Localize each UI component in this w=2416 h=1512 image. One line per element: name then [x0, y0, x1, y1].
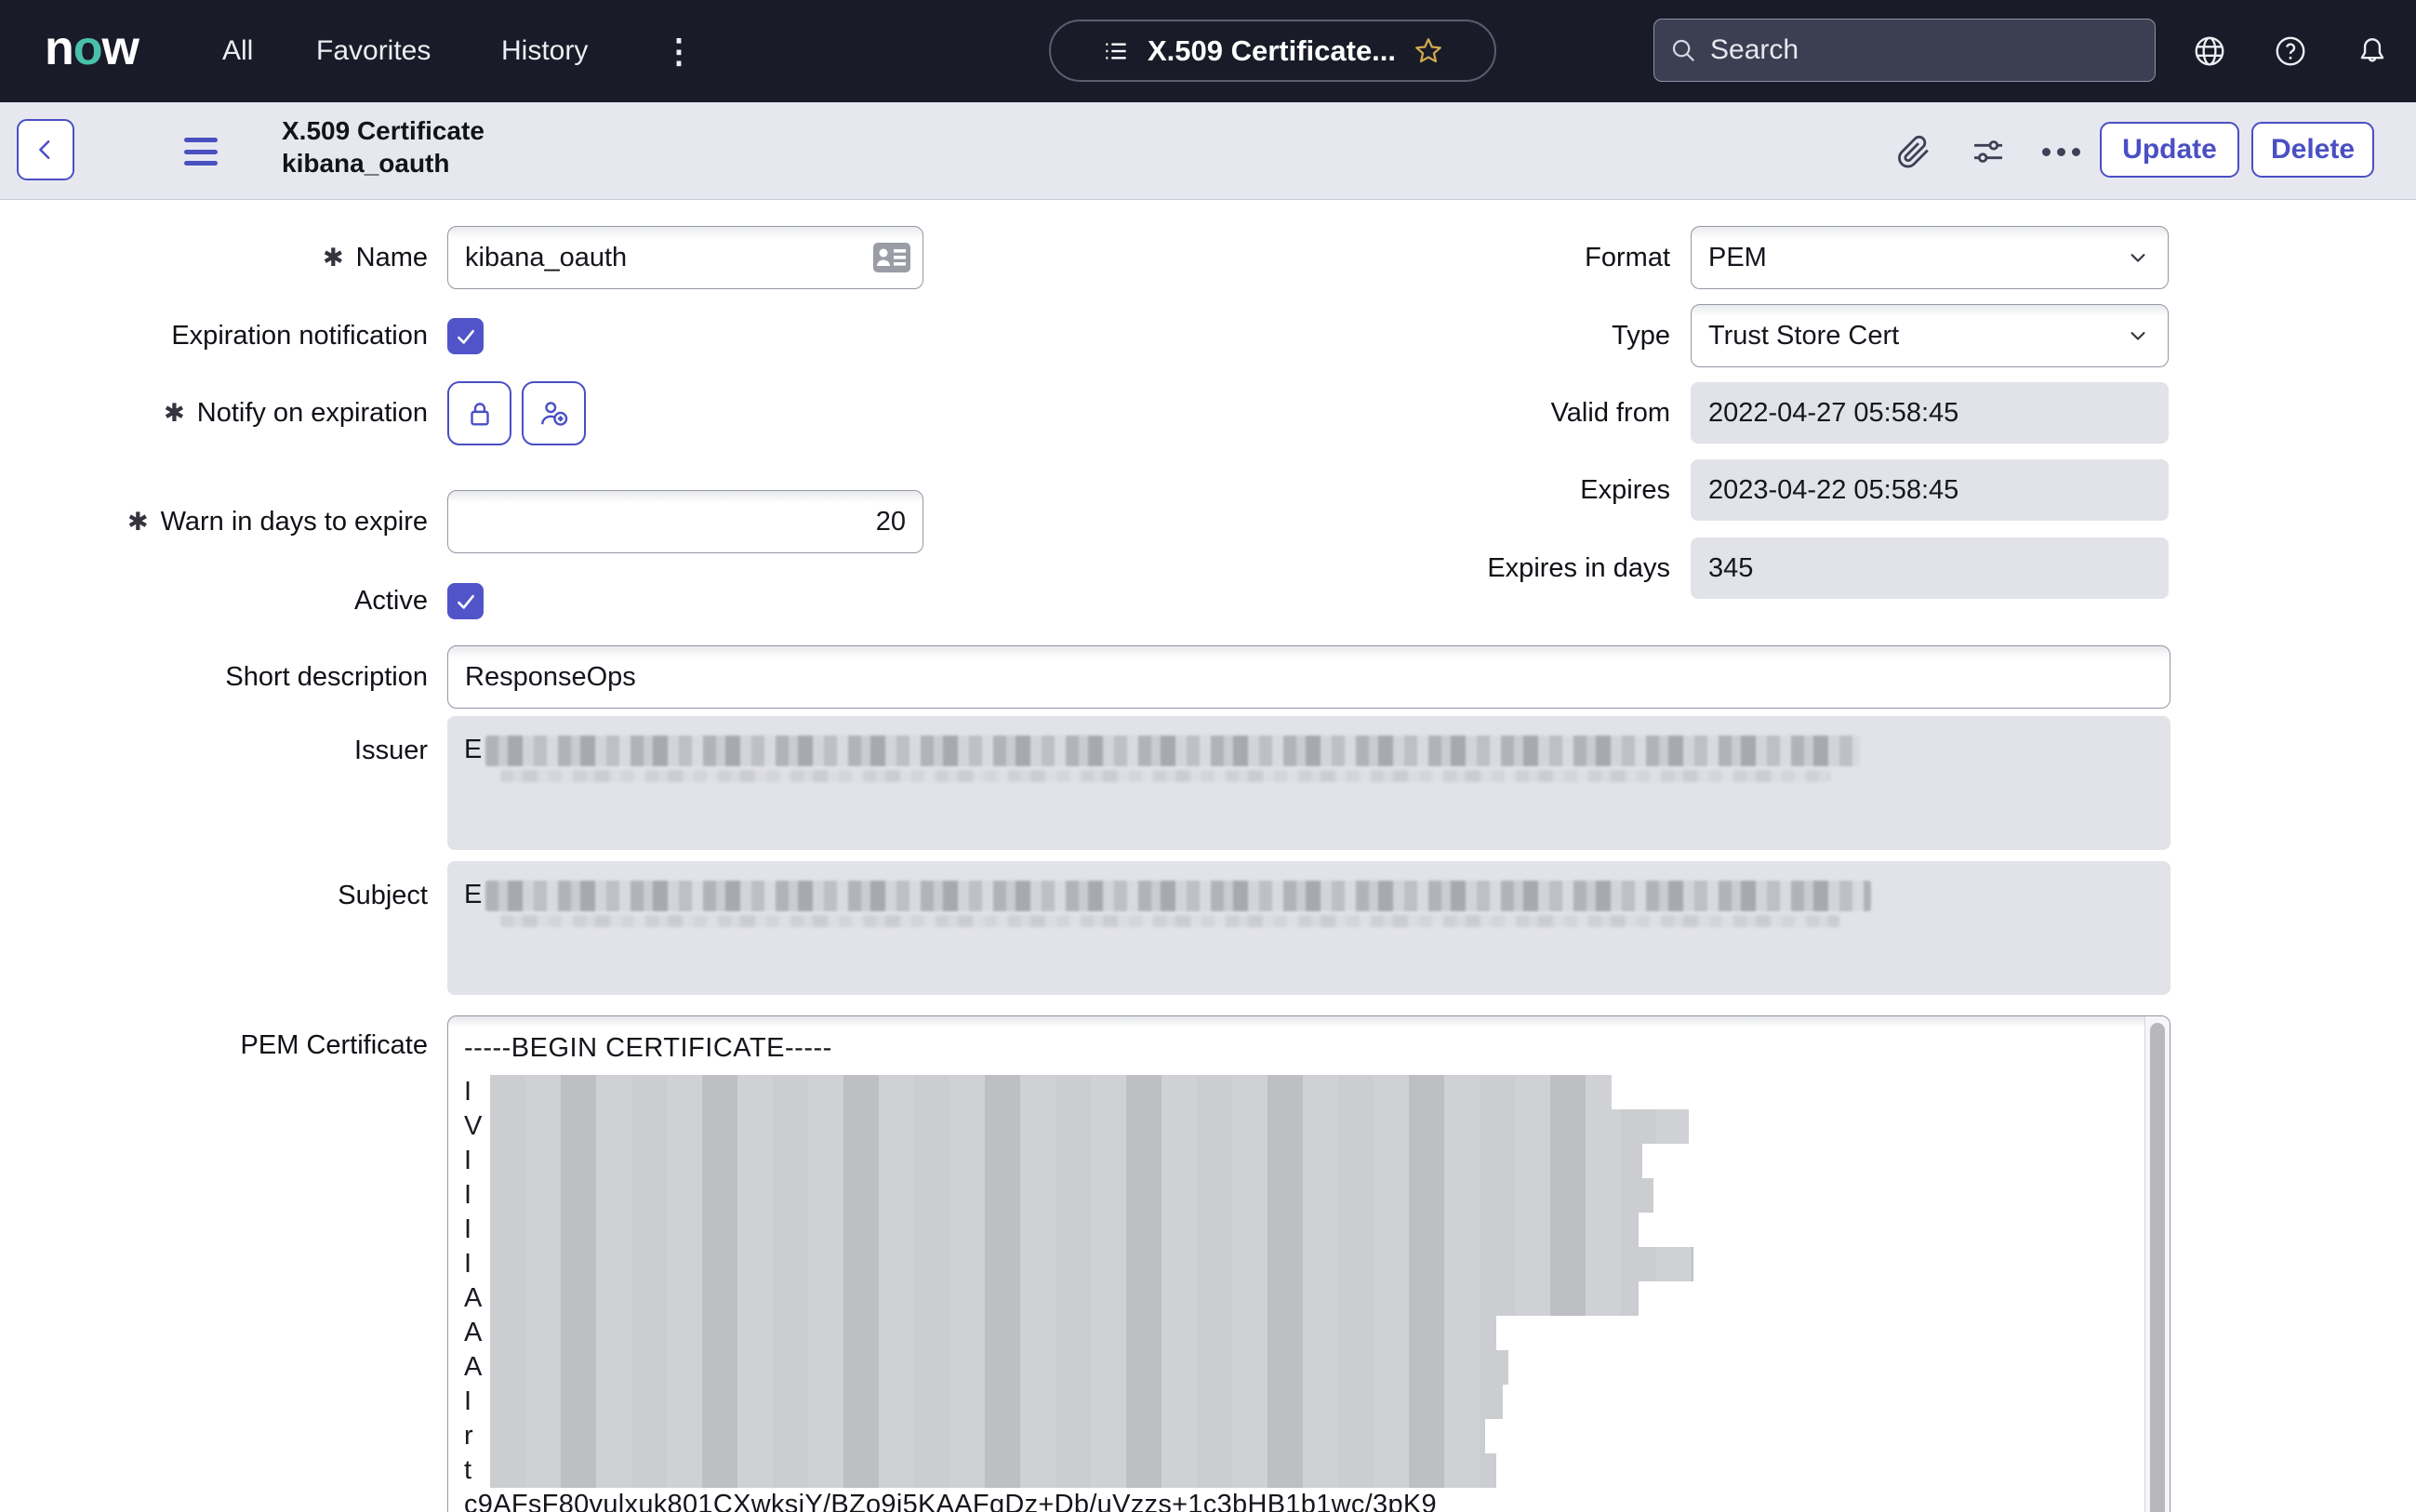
top-nav: now All Favorites History ⋮ X.509 Certif… [0, 0, 2416, 102]
attachment-paperclip-icon[interactable] [1895, 133, 1932, 170]
warn-in-days-input[interactable] [447, 490, 923, 553]
name-input[interactable] [447, 226, 923, 289]
expiration-notification-checkbox[interactable] [447, 318, 484, 354]
personalize-form-sliders-icon[interactable] [1970, 133, 2007, 170]
notifications-bell-icon[interactable] [2355, 33, 2390, 69]
back-button[interactable] [17, 119, 74, 180]
pem-certificate-label: PEM Certificate [240, 1029, 428, 1060]
record-title-name: kibana_oauth [282, 149, 450, 178]
nav-item-history[interactable]: History [501, 0, 588, 102]
notify-lock-button[interactable] [447, 381, 511, 445]
record-title-type: X.509 Certificate [282, 116, 485, 145]
pem-redacted-row: A [464, 1316, 2132, 1350]
nav-item-favorites[interactable]: Favorites [316, 0, 431, 102]
search-icon [1669, 36, 1697, 64]
checkmark-icon [453, 324, 479, 350]
pem-redacted-body: IVIIIIAAAIrt [464, 1075, 2132, 1488]
lock-icon [464, 398, 496, 430]
pem-redacted-row: I [464, 1075, 2132, 1109]
record-header: X.509 Certificate kibana_oauth Update De… [0, 102, 2416, 200]
format-select[interactable]: PEM [1691, 226, 2169, 289]
issuer-visible-prefix: E [464, 735, 483, 764]
active-label: Active [354, 585, 428, 616]
required-marker: ✱ [126, 507, 149, 536]
format-label: Format [1585, 242, 1670, 272]
expires-in-days-field: 345 [1691, 537, 2169, 599]
short-description-input[interactable] [447, 645, 2170, 709]
pem-redacted-row: I [464, 1213, 2132, 1247]
pem-redacted-row: I [464, 1385, 2132, 1419]
short-description-label: Short description [225, 661, 428, 692]
chevron-left-icon [32, 136, 60, 164]
pem-scrollbar[interactable] [2144, 1016, 2170, 1512]
issuer-redacted-text [485, 735, 1861, 766]
context-pill[interactable]: X.509 Certificate... [1049, 20, 1496, 82]
pem-last-visible-line: c9AFsF80vulxuk801CXwksiY/BZo9i5KAAFgDz+D… [464, 1490, 1437, 1512]
pem-redacted-row: t [464, 1453, 2132, 1488]
name-label: ✱ Name [323, 242, 428, 272]
person-plus-icon [538, 397, 571, 431]
pem-redacted-row: A [464, 1350, 2132, 1385]
subject-redacted-text [485, 880, 1872, 911]
issuer-label: Issuer [354, 735, 428, 765]
expires-field: 2023-04-22 05:58:45 [1691, 459, 2169, 521]
pem-redacted-row: I [464, 1144, 2132, 1178]
help-icon[interactable] [2273, 33, 2308, 69]
update-button[interactable]: Update [2100, 122, 2239, 178]
type-label: Type [1612, 320, 1670, 351]
reference-card-icon [872, 242, 911, 273]
required-marker: ✱ [323, 243, 344, 272]
notify-on-expiration-label: ✱ Notify on expiration [164, 397, 428, 428]
valid-from-label: Valid from [1550, 397, 1670, 428]
favorite-star-icon[interactable] [1413, 35, 1444, 67]
search-input[interactable] [1710, 34, 2140, 66]
valid-from-field: 2022-04-27 05:58:45 [1691, 382, 2169, 444]
global-search [1653, 19, 2156, 82]
subject-field: E [447, 861, 2170, 995]
pem-begin-line: -----BEGIN CERTIFICATE----- [464, 1032, 832, 1063]
chevron-down-icon [2125, 245, 2151, 271]
more-actions-icon[interactable] [2042, 133, 2080, 170]
delete-button[interactable]: Delete [2251, 122, 2374, 178]
subject-visible-prefix: E [464, 880, 483, 909]
pem-redacted-row: I [464, 1247, 2132, 1281]
record-title: X.509 Certificate kibana_oauth [282, 114, 485, 179]
pem-certificate-textarea[interactable]: -----BEGIN CERTIFICATE----- IVIIIIAAAIrt… [447, 1015, 2170, 1512]
notify-add-user-button[interactable] [522, 381, 586, 445]
type-value: Trust Store Cert [1708, 320, 1900, 351]
pem-redacted-row: A [464, 1281, 2132, 1316]
servicenow-window: now All Favorites History ⋮ X.509 Certif… [0, 0, 2416, 1512]
now-logo[interactable]: now [45, 20, 139, 76]
expires-in-days-label: Expires in days [1487, 552, 1670, 583]
pem-redacted-row: r [464, 1419, 2132, 1453]
type-select[interactable]: Trust Store Cert [1691, 304, 2169, 367]
context-pill-label: X.509 Certificate... [1147, 33, 1397, 67]
checkmark-icon [453, 589, 479, 615]
issuer-field: E [447, 716, 2170, 850]
chevron-down-icon [2125, 323, 2151, 349]
list-icon [1101, 36, 1131, 66]
active-checkbox[interactable] [447, 583, 484, 619]
warn-in-days-label: ✱ Warn in days to expire [126, 506, 428, 537]
pem-redacted-row: V [464, 1109, 2132, 1144]
expires-label: Expires [1580, 474, 1670, 505]
nav-overflow-kebab-icon[interactable]: ⋮ [662, 0, 696, 102]
nav-item-all[interactable]: All [222, 0, 253, 102]
pem-redacted-row: I [464, 1178, 2132, 1213]
globe-icon[interactable] [2192, 33, 2227, 69]
form-context-menu-icon[interactable] [184, 138, 218, 166]
pem-scrollbar-thumb[interactable] [2150, 1023, 2165, 1512]
subject-label: Subject [338, 880, 428, 910]
format-value: PEM [1708, 242, 1767, 272]
expiration-notification-label: Expiration notification [171, 320, 428, 351]
required-marker: ✱ [164, 398, 185, 427]
